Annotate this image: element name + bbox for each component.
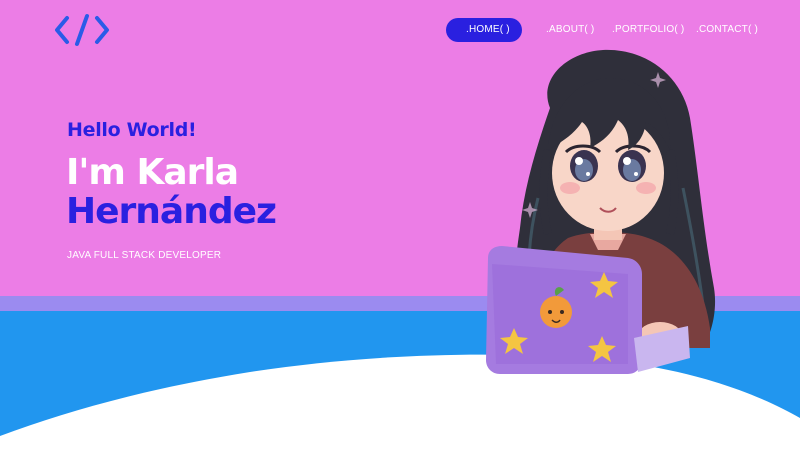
code-brackets-icon[interactable] — [54, 12, 110, 48]
page: .HOME( ) .ABOUT( ) .PORTFOLIO( ) .CONTAC… — [0, 0, 800, 450]
avatar-illustration — [486, 49, 716, 374]
role-subtitle: JAVA FULL STACK DEVELOPER — [67, 250, 222, 261]
name-line-2: Hernández — [66, 191, 277, 232]
name-line-1: I'm Karla — [66, 152, 239, 193]
greeting: Hello World! — [67, 119, 197, 141]
